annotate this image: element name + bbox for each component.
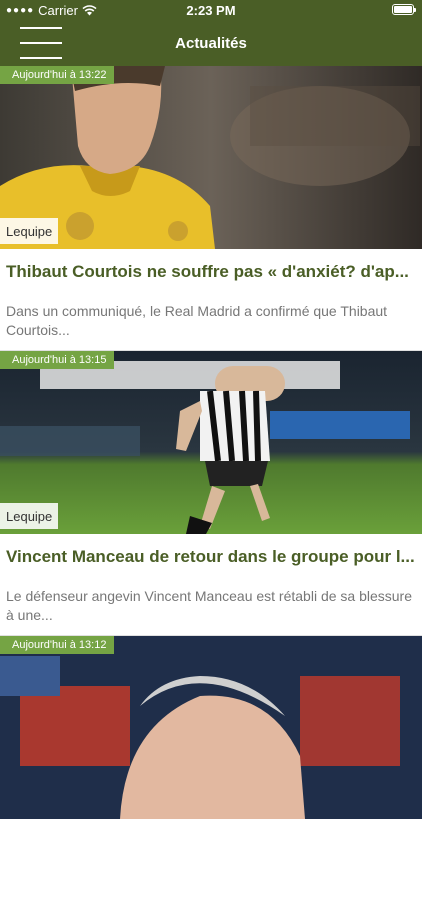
article-time-badge: Aujourd'hui à 13:15 bbox=[0, 351, 115, 369]
news-card[interactable]: Aujourd'hui à 13:12 bbox=[0, 636, 422, 921]
navigation-bar: Actualités bbox=[0, 20, 422, 66]
article-time-badge: Aujourd'hui à 13:22 bbox=[0, 66, 115, 84]
news-card[interactable]: Aujourd'hui à 13:15 Lequipe Vincent Manc… bbox=[0, 351, 422, 636]
article-source-badge: Lequipe bbox=[0, 218, 59, 244]
battery-icon bbox=[392, 4, 416, 15]
article-source-badge: Lequipe bbox=[0, 503, 59, 529]
page-title: Actualités bbox=[175, 35, 247, 52]
news-feed: Aujourd'hui à 13:22 Lequipe Thibaut Cour… bbox=[0, 66, 422, 921]
article-image bbox=[0, 636, 422, 819]
article-time-badge: Aujourd'hui à 13:12 bbox=[0, 636, 115, 654]
article-title[interactable]: Thibaut Courtois ne souffre pas « d'anxi… bbox=[6, 262, 416, 282]
article-summary: Dans un communiqué, le Real Madrid a con… bbox=[6, 303, 388, 338]
article-image bbox=[0, 66, 422, 249]
status-time: 2:23 PM bbox=[186, 3, 236, 18]
article-summary: Le défenseur angevin Vincent Manceau est… bbox=[6, 588, 413, 623]
article-image bbox=[0, 351, 422, 534]
status-bar: ●●●● Carrier 2:23 PM bbox=[0, 0, 422, 20]
news-card[interactable]: Aujourd'hui à 13:22 Lequipe Thibaut Cour… bbox=[0, 66, 422, 351]
article-title[interactable]: Vincent Manceau de retour dans le groupe… bbox=[6, 547, 416, 567]
